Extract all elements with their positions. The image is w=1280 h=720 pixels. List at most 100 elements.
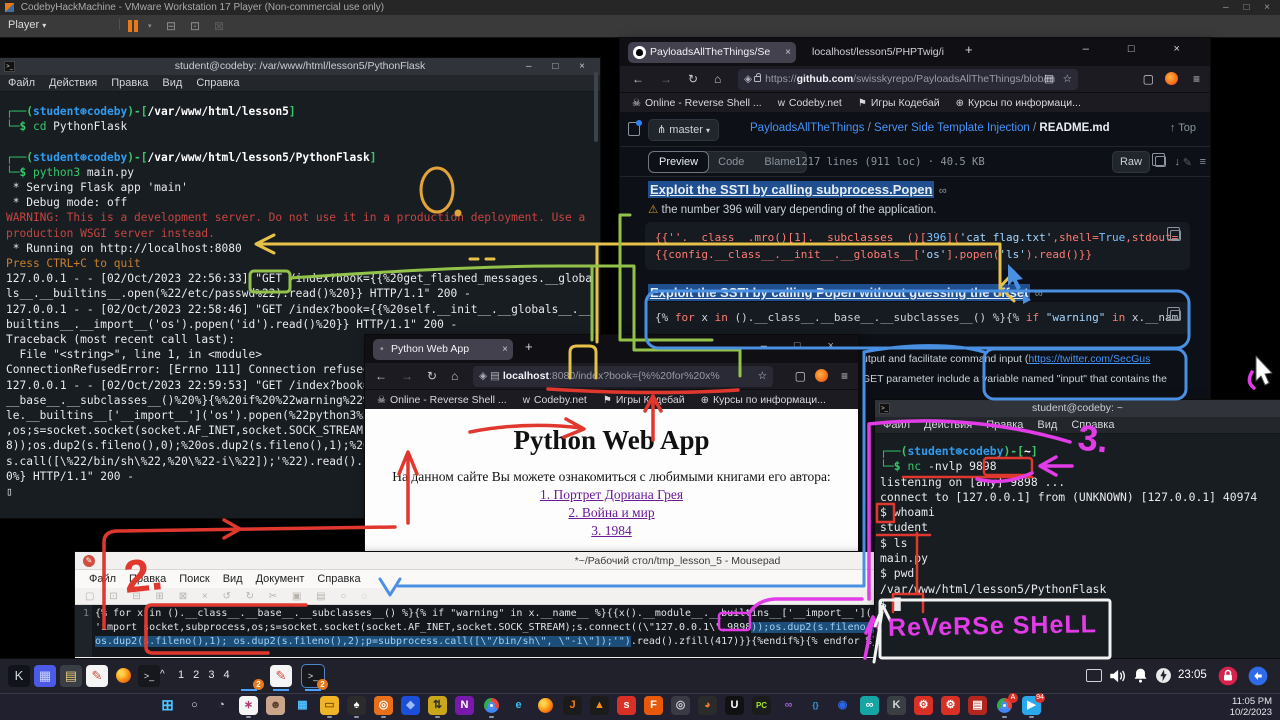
vmware-window-controls[interactable]: – □ ×: [1223, 0, 1276, 15]
menu-item[interactable]: Правка: [986, 419, 1023, 431]
menu-item[interactable]: Справка: [196, 77, 239, 89]
reader-icon[interactable]: ▤: [1044, 69, 1054, 90]
telegram-icon[interactable]: ▶94: [1022, 696, 1041, 715]
menu-item[interactable]: Вид: [223, 573, 243, 585]
bookmark-item[interactable]: wCodeby.net: [523, 394, 587, 406]
start-button[interactable]: ⊞: [158, 696, 177, 715]
edge-icon[interactable]: e: [509, 696, 528, 715]
extension-icon[interactable]: [1165, 72, 1178, 85]
firefox-window-controls[interactable]: – □ ×: [761, 340, 846, 352]
fullscreen-icon[interactable]: ⊡: [190, 19, 200, 33]
jetbrains-icon[interactable]: J: [563, 696, 582, 715]
vscode-icon[interactable]: {}: [806, 696, 825, 715]
bookmark-item[interactable]: wCodeby.net: [778, 97, 842, 109]
notifications-bell-icon[interactable]: [1132, 667, 1149, 684]
back-icon[interactable]: ←: [632, 72, 644, 86]
toolbox-icon[interactable]: ▤: [968, 696, 987, 715]
terminal-window-controls[interactable]: – □ ×: [526, 58, 594, 75]
bookmark-item[interactable]: ⚑Игры Кодебай: [858, 97, 940, 109]
kali-app-icon[interactable]: K: [887, 696, 906, 715]
bookmark-star-icon[interactable]: ☆: [758, 366, 767, 387]
contact-icon[interactable]: ☻: [266, 696, 285, 715]
menu-item[interactable]: Действия: [924, 419, 972, 431]
extension-icon[interactable]: [815, 369, 828, 382]
running-terminal[interactable]: >_2: [302, 665, 324, 687]
ring-app-icon[interactable]: ◎: [671, 696, 690, 715]
raw-button[interactable]: Raw: [1112, 151, 1150, 173]
new-tab-button[interactable]: +: [965, 42, 973, 57]
bookmark-item[interactable]: ⚑Игры Кодебай: [603, 394, 685, 406]
twitter-link[interactable]: https://twitter.com/SecGus: [1028, 353, 1150, 365]
onenote-icon[interactable]: N: [455, 696, 474, 715]
view-tab-code[interactable]: Code: [708, 152, 754, 172]
terminal-icon[interactable]: >_: [138, 665, 160, 687]
book-link[interactable]: 3. 1984: [365, 523, 858, 539]
anchor-link-icon[interactable]: ∞: [939, 185, 947, 197]
terminal-titlebar[interactable]: >_ student@codeby: ~: [875, 400, 1280, 417]
terminal-output[interactable]: ┌──(student⊛codeby)-[~]└─$ nc -nvlp 9898…: [875, 434, 1280, 658]
terminal-titlebar[interactable]: >_ student@codeby: /var/www/html/lesson5…: [0, 58, 600, 75]
firefox-icon[interactable]: [536, 696, 555, 715]
menu-item[interactable]: Справка: [1071, 419, 1114, 431]
menu-item[interactable]: Файл: [8, 77, 35, 89]
scrollbar[interactable]: [594, 72, 598, 142]
mousepad-icon[interactable]: ✎: [86, 665, 108, 687]
panel-chevron[interactable]: ^: [160, 669, 165, 680]
breadcrumb[interactable]: PayloadsAllTheThings / Server Side Templ…: [750, 122, 1110, 134]
firefox-icon[interactable]: [112, 665, 134, 687]
book-link[interactable]: 1. Портрет Дориана Грея: [365, 487, 858, 503]
menu-item[interactable]: Действия: [49, 77, 97, 89]
hamburger-menu-icon[interactable]: ≡: [1193, 72, 1200, 86]
menu-item[interactable]: Документ: [256, 573, 305, 585]
back-to-top-link[interactable]: ↑ Top: [1170, 122, 1196, 134]
bookmark-item[interactable]: ⊕Курсы по информаци...: [956, 97, 1081, 109]
blue-app-icon[interactable]: ◆: [401, 696, 420, 715]
vm-clock[interactable]: 23:05: [1178, 669, 1207, 681]
pocket-icon[interactable]: ▢: [795, 369, 806, 383]
tab-close-icon[interactable]: ×: [502, 339, 508, 360]
volume-icon[interactable]: [1108, 667, 1126, 685]
player-menu-button[interactable]: Player ▾: [8, 19, 46, 31]
pause-button[interactable]: [128, 20, 142, 32]
tab-payloadsallthethings[interactable]: PayloadsAllTheThings/Se ×: [628, 42, 796, 63]
pause-dropdown-icon[interactable]: ▾: [148, 22, 152, 30]
devices-icon[interactable]: ⊟: [166, 19, 176, 33]
url-bar[interactable]: ◈https://github.com/swisskyrepo/Payloads…: [738, 69, 1078, 90]
gear-app-icon[interactable]: ⚙: [914, 696, 933, 715]
blender-icon[interactable]: ◕: [698, 696, 717, 715]
menu-item[interactable]: Поиск: [179, 573, 209, 585]
workspace-switcher[interactable]: 1 2 3 4: [178, 669, 233, 681]
tab-localhost-phptwig[interactable]: localhost/lesson5/PHPTwig/i ×: [806, 42, 956, 63]
code-block-subprocess-popen[interactable]: {{''.__class__.mro()[1].__subclasses__()…: [645, 222, 1190, 270]
home-icon[interactable]: ⌂: [451, 369, 458, 383]
outline-icon[interactable]: ≡: [1200, 156, 1206, 168]
code-block-popen-no-offset[interactable]: {% for x in ().__class__.__base__.__subc…: [645, 302, 1190, 334]
chrome-icon[interactable]: [482, 696, 501, 715]
s-app-icon[interactable]: s: [617, 696, 636, 715]
branch-selector[interactable]: ⋔ master ▾: [648, 119, 719, 141]
running-mousepad[interactable]: ✎: [270, 665, 292, 687]
menu-item[interactable]: Правка: [129, 573, 166, 585]
chrome-profile-icon[interactable]: A: [995, 696, 1014, 715]
app-blue-icon[interactable]: ▦: [34, 665, 56, 687]
widgets-icon[interactable]: ◔: [212, 696, 231, 715]
menu-item[interactable]: Файл: [89, 573, 116, 585]
gear-app2-icon[interactable]: ⚙: [941, 696, 960, 715]
slack-icon[interactable]: ∗: [239, 696, 258, 715]
forward-icon[interactable]: →: [660, 72, 672, 86]
shield-icon[interactable]: ◈: [744, 73, 752, 85]
reload-icon[interactable]: ↻: [427, 369, 437, 383]
running-firefox[interactable]: 2: [238, 665, 260, 687]
forward-icon[interactable]: →: [401, 369, 413, 383]
pycharm-icon[interactable]: PC: [752, 696, 771, 715]
firefox-window-controls[interactable]: – □ ×: [1083, 43, 1198, 55]
book-link[interactable]: 2. Война и мир: [365, 505, 858, 521]
hamburger-menu-icon[interactable]: ≡: [841, 369, 848, 383]
edit-icon[interactable]: ✎: [1183, 156, 1192, 169]
orange-app-icon[interactable]: ◎: [374, 696, 393, 715]
ssti-heading-1[interactable]: Exploit the SSTI by calling subprocess.P…: [648, 181, 947, 199]
arrows-app-icon[interactable]: ⇅: [428, 696, 447, 715]
unreal-icon[interactable]: U: [725, 696, 744, 715]
view-switcher[interactable]: PreviewCodeBlame: [648, 151, 807, 173]
copy-raw-icon[interactable]: [1155, 156, 1166, 170]
